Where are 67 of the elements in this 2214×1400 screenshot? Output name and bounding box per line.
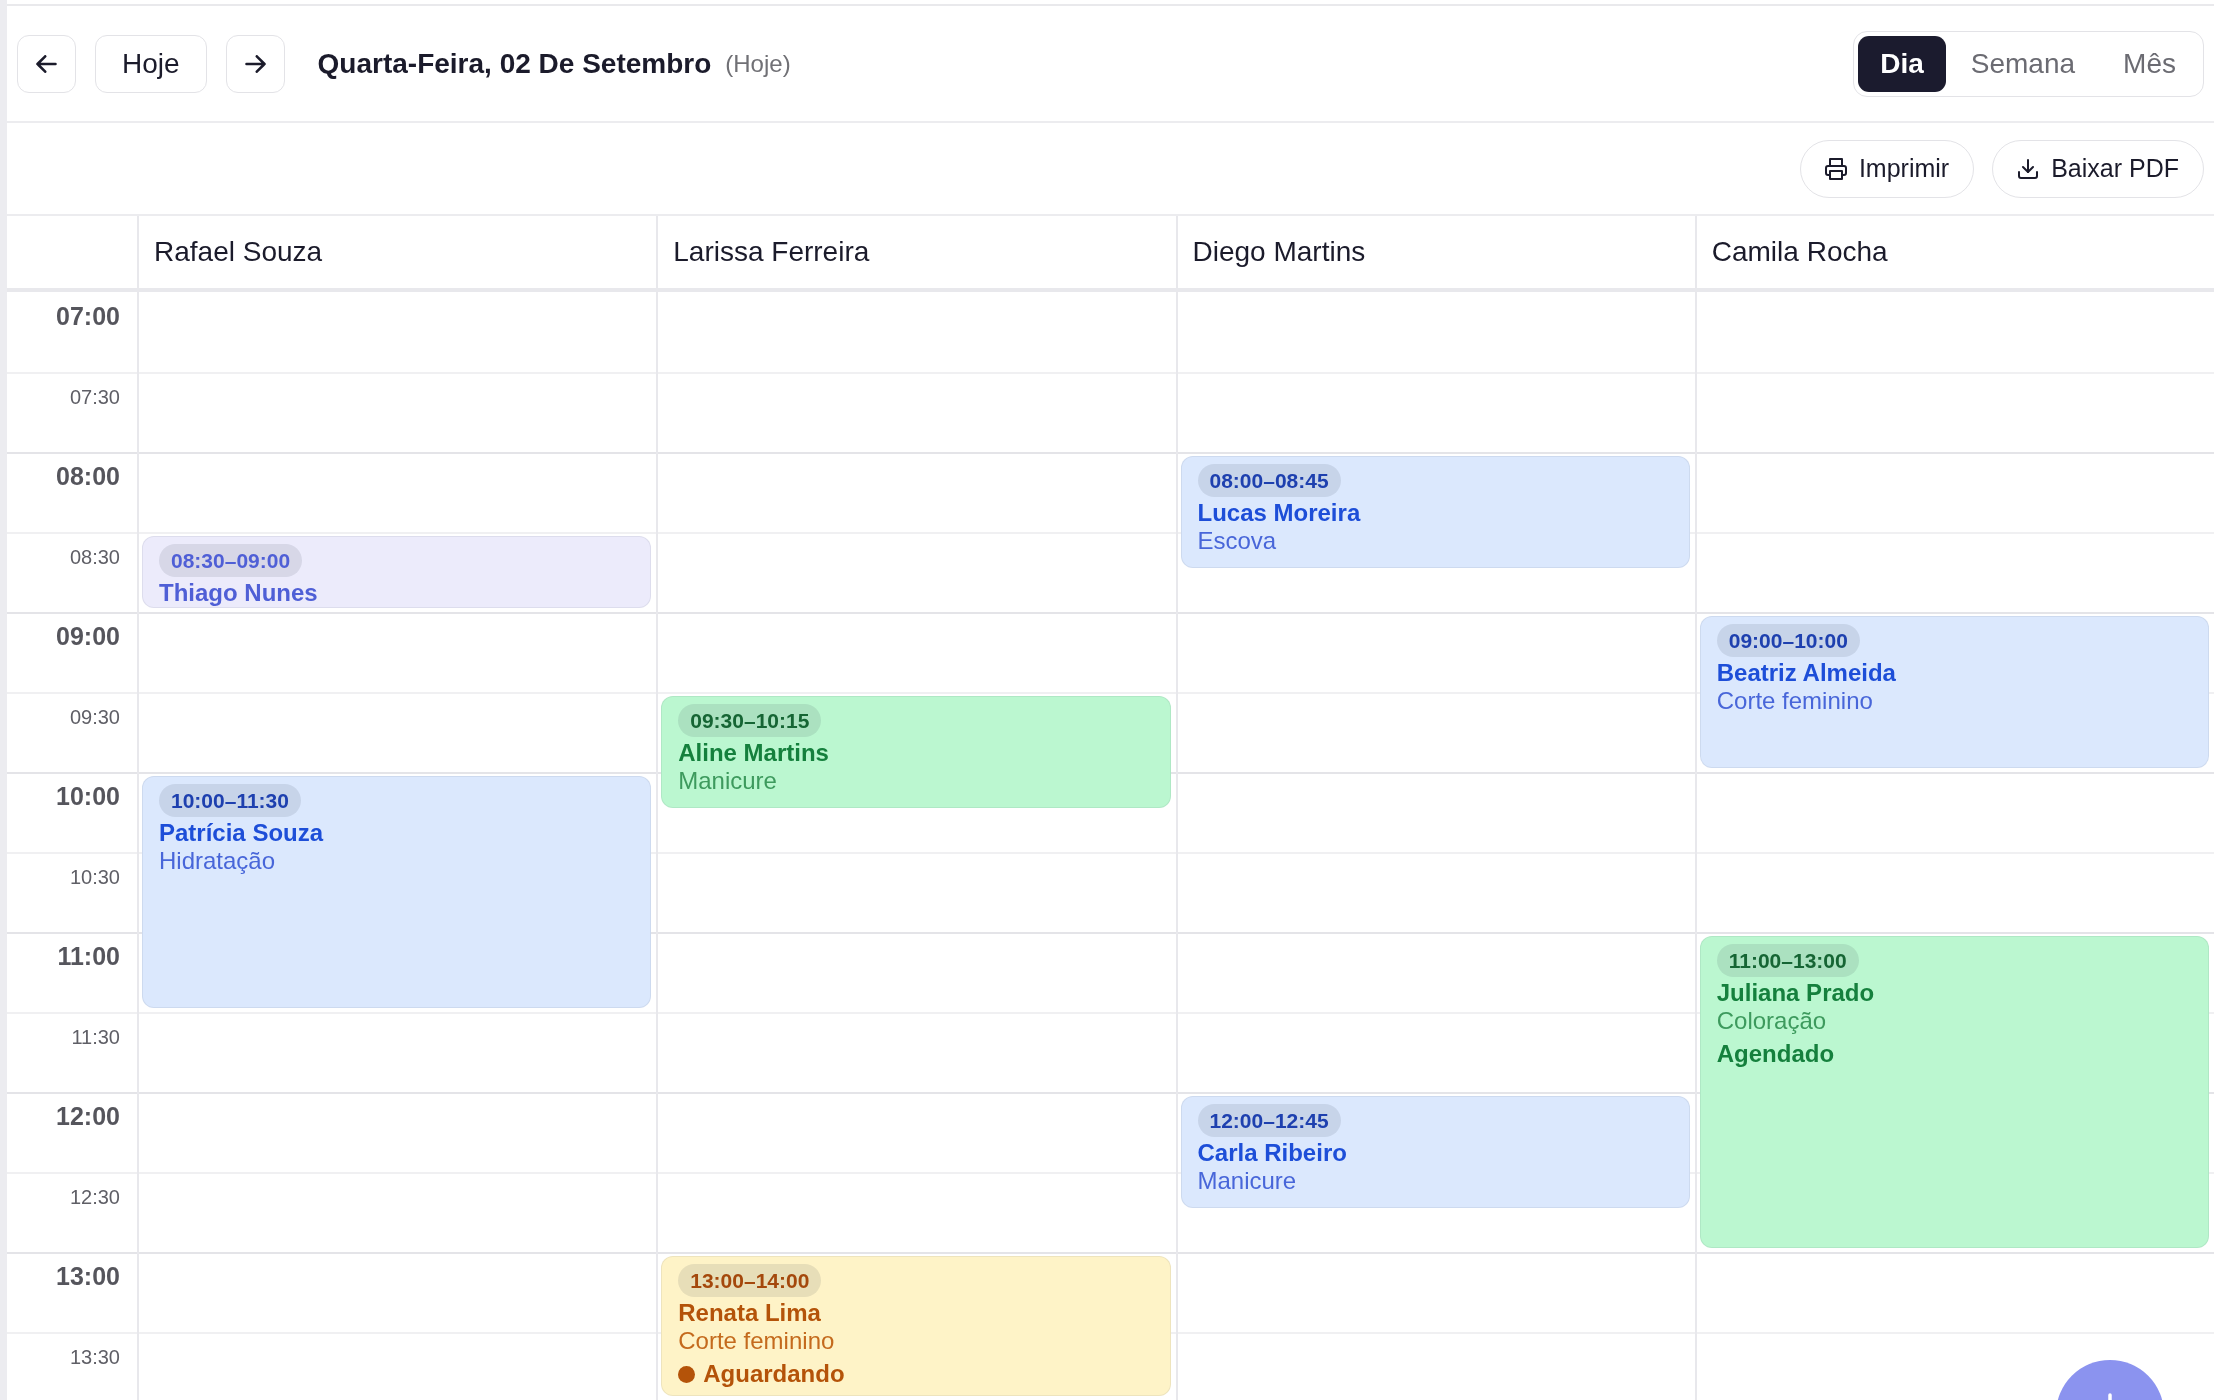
time-label: 13:30 (69, 1345, 120, 1369)
time-badge: 13:00–14:00 (678, 1264, 822, 1297)
appointment-card[interactable]: 08:30–09:00 Thiago Nunes (142, 536, 652, 608)
column-header: Diego Martins (1175, 216, 1695, 288)
service-name: Corte feminino (678, 1326, 835, 1355)
time-label: 13:00 (56, 1262, 120, 1290)
status-label: Aguardando (703, 1360, 845, 1388)
view-tab[interactable]: Semana (1947, 35, 2099, 92)
time-label: 09:30 (69, 705, 120, 729)
time-label: 12:00 (56, 1102, 120, 1130)
view-tab[interactable]: Mês (2100, 35, 2199, 92)
client-name: Lucas Moreira (1197, 500, 1361, 526)
time-label: 07:30 (69, 385, 120, 409)
client-name: Beatriz Almeida (1716, 660, 1896, 686)
service-name: Hidratação (159, 846, 276, 875)
time-label: 09:00 (56, 622, 120, 650)
client-name: Carla Ribeiro (1197, 1140, 1347, 1166)
next-day-button[interactable] (225, 34, 285, 93)
time-label: 12:30 (69, 1185, 120, 1209)
today-button[interactable]: Hoje (95, 34, 207, 93)
client-name: Aline Martins (678, 740, 829, 766)
time-label: 11:00 (57, 942, 120, 970)
time-badge: 09:00–10:00 (1716, 624, 1860, 657)
time-badge: 09:30–10:15 (678, 704, 822, 737)
column-header: Larissa Ferreira (656, 216, 1176, 288)
appointment-card[interactable]: 09:00–10:00 Beatriz Almeida Corte feminino (1699, 616, 2209, 768)
download-icon (2017, 157, 2040, 180)
service-name: Corte feminino (1716, 686, 1873, 715)
print-button[interactable]: Imprimir (1799, 139, 1975, 198)
service-name: Escova (1197, 526, 1277, 555)
left-arrow-icon (36, 54, 57, 73)
right-arrow-icon (244, 54, 266, 73)
time-badge: 08:00–08:45 (1197, 464, 1341, 497)
client-name: Renata Lima (678, 1300, 821, 1326)
time-badge: 11:00–13:00 (1716, 944, 1859, 977)
status-dot-icon (678, 1365, 696, 1383)
time-label: 08:00 (56, 462, 120, 490)
time-badge: 12:00–12:45 (1197, 1104, 1341, 1137)
previous-day-button[interactable] (17, 34, 76, 93)
service-name: Manicure (1197, 1166, 1297, 1195)
printer-icon (1824, 157, 1847, 180)
appointment-card[interactable]: 12:00–12:45 Carla Ribeiro Manicure (1180, 1096, 1690, 1208)
service-name: Coloração (1716, 1006, 1827, 1035)
today-note: (Hoje) (725, 49, 791, 78)
date-title: Quarta-Feira, 02 De Setembro (317, 47, 712, 80)
time-label: 10:00 (56, 782, 120, 810)
time-label: 11:30 (71, 1025, 120, 1049)
view-tab[interactable]: Dia (1858, 35, 1946, 92)
appointment-card[interactable]: 13:00–14:00 Renata Lima Corte feminino Aguardando (661, 1256, 1171, 1396)
time-label: 07:00 (56, 302, 120, 330)
appointment-card[interactable]: 08:00–08:45 Lucas Moreira Escova (1180, 456, 1690, 568)
service-name: Manicure (678, 766, 777, 795)
time-label: 08:30 (69, 545, 120, 569)
column-header: Rafael Souza (137, 216, 657, 288)
appointment-card[interactable]: 09:30–10:15 Aline Martins Manicure (661, 696, 1171, 808)
status-label: Agendado (1716, 1040, 1835, 1068)
appointment-card[interactable]: 11:00–13:00 Juliana Prado Coloração Agendado (1699, 936, 2209, 1248)
time-badge: 08:30–09:00 (159, 544, 303, 577)
client-name: Thiago Nunes (159, 580, 318, 606)
download-pdf-button[interactable]: Baixar PDF (1992, 139, 2204, 198)
column-header: Camila Rocha (1694, 216, 2214, 288)
client-name: Juliana Prado (1716, 980, 1875, 1006)
time-badge: 10:00–11:30 (159, 784, 301, 817)
client-name: Patrícia Souza (159, 820, 324, 846)
line-icon (2108, 1393, 2112, 1400)
time-label: 10:30 (69, 865, 120, 889)
appointment-card[interactable]: 10:00–11:30 Patrícia Souza Hidratação (142, 776, 652, 1008)
